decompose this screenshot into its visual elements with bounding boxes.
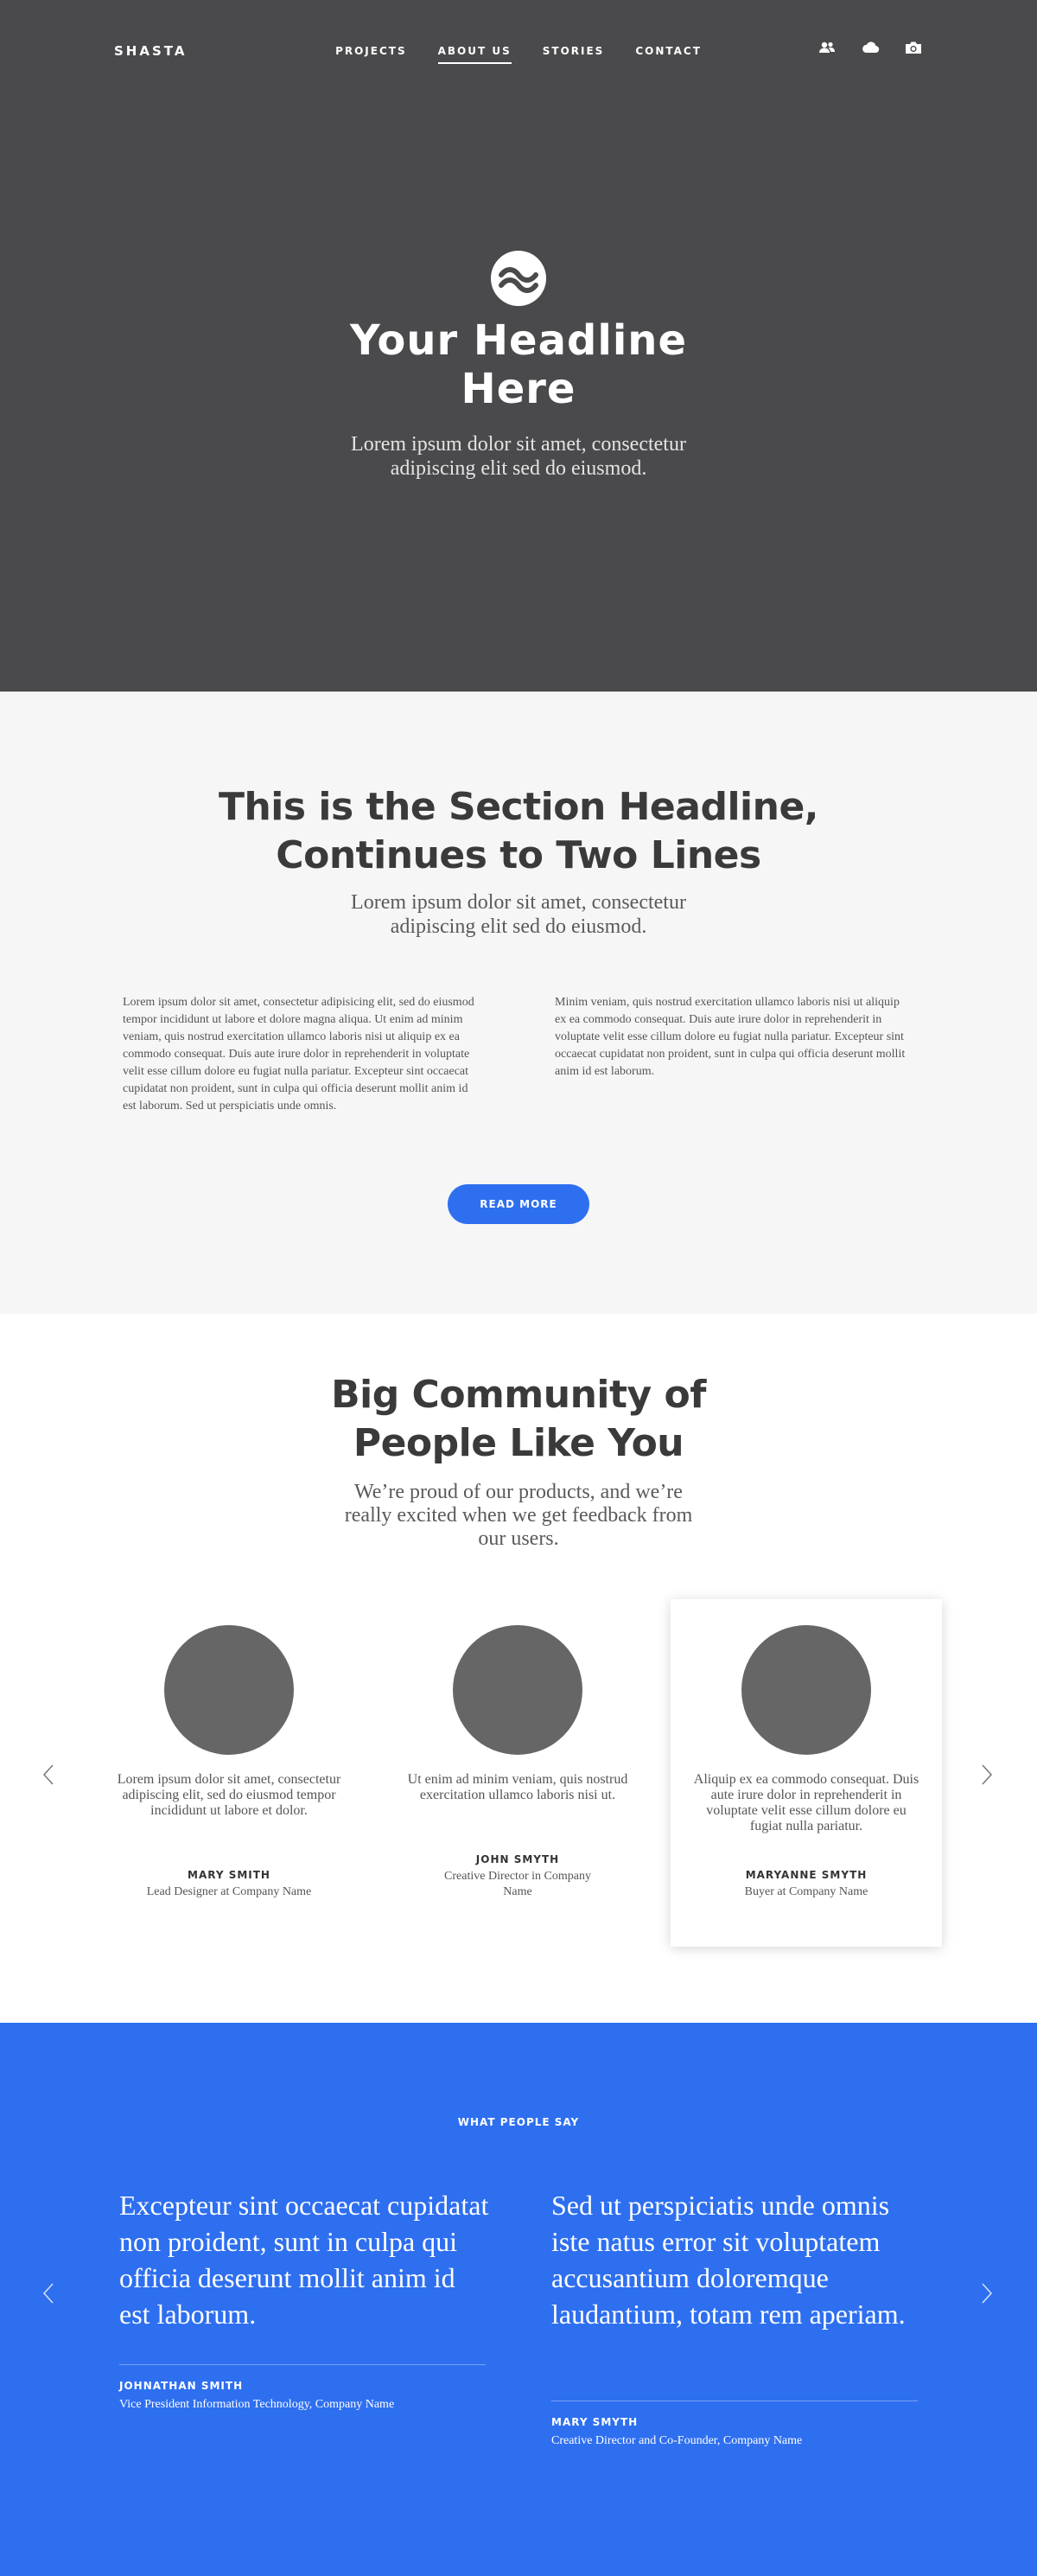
testimonial-role: Creative Director and Co-Founder, Compan…	[551, 2434, 803, 2447]
card-name: MARYANNE SMYTH	[745, 1869, 868, 1881]
hero-title-line-2: Here	[461, 365, 576, 413]
people-icon[interactable]	[818, 39, 837, 56]
community-subtitle: We’re proud of our products, and we’re r…	[344, 1481, 693, 1550]
card-name: JOHN SMYTH	[475, 1853, 560, 1865]
nav-link-stories[interactable]: STORIES	[543, 45, 605, 62]
card-name: MARY SMITH	[188, 1869, 270, 1881]
what-people-say-section: WHAT PEOPLE SAY Excepteur sint occaecat …	[0, 2023, 1037, 2576]
body-text-right: Minim veniam, quis nostrud exercitation …	[555, 996, 906, 1078]
testimonial-quote: Sed ut perspiciatis unde omnis iste natu…	[551, 2190, 906, 2330]
nav-link-projects[interactable]: PROJECTS	[335, 45, 407, 62]
avatar	[453, 1625, 582, 1755]
intro-section: This is the Section Headline, Continues …	[0, 692, 1037, 1314]
hero-title: Your Headline Here	[0, 316, 1037, 413]
community-title-line-2: People Like You	[353, 1421, 684, 1465]
chevron-left-icon[interactable]	[40, 2280, 57, 2306]
testimonial-quote: Excepteur sint occaecat cupidatat non pr…	[119, 2190, 489, 2330]
hero-section: SHASTA PROJECTS ABOUT US STORIES CONTACT…	[0, 0, 1037, 692]
hero-subtitle: Lorem ipsum dolor sit amet, consectetur …	[351, 433, 686, 480]
camera-icon[interactable]	[904, 39, 923, 56]
divider	[119, 2364, 486, 2365]
section-label: WHAT PEOPLE SAY	[457, 2116, 580, 2128]
body-text-left: Lorem ipsum dolor sit amet, consectetur …	[123, 996, 474, 1113]
testimonial-name: JOHNATHAN SMITH	[119, 2380, 244, 2392]
chevron-right-icon[interactable]	[978, 1762, 996, 1788]
card-quote: Ut enim ad minim veniam, quis nostrud ex…	[407, 1772, 628, 1802]
card-role: Lead Designer at Company Name	[146, 1885, 312, 1898]
chevron-left-icon[interactable]	[40, 1762, 57, 1788]
wave-circle-icon	[491, 251, 546, 306]
nav-link-contact[interactable]: CONTACT	[635, 45, 702, 62]
community-title: Big Community of People Like You	[0, 1371, 1037, 1468]
card-role: Buyer at Company Name	[744, 1885, 868, 1898]
testimonial-name: MARY SMYTH	[551, 2416, 639, 2428]
read-more-button[interactable]: READ MORE	[448, 1184, 589, 1224]
section-title: This is the Section Headline, Continues …	[0, 783, 1037, 880]
testimonial-card: Lorem ipsum dolor sit amet, consectetur …	[93, 1599, 365, 1947]
section-title-line-2: Continues to Two Lines	[276, 833, 761, 877]
card-quote: Lorem ipsum dolor sit amet, consectetur …	[117, 1772, 341, 1818]
community-title-line-1: Big Community of	[331, 1373, 706, 1417]
section-subtitle: Lorem ipsum dolor sit amet, consectetur …	[351, 891, 686, 938]
card-role: Creative Director in Company Name	[444, 1870, 591, 1898]
testimonial-card: Ut enim ad minim veniam, quis nostrud ex…	[382, 1599, 653, 1947]
hero-title-line-1: Your Headline	[350, 316, 687, 365]
nav-icon-group	[797, 39, 923, 56]
avatar	[741, 1625, 871, 1755]
testimonial-card-featured: Aliquip ex ea commodo consequat. Duis au…	[671, 1599, 942, 1947]
chevron-right-icon[interactable]	[978, 2280, 996, 2306]
testimonial-role: Vice President Information Technology, C…	[119, 2398, 395, 2411]
avatar	[164, 1625, 294, 1755]
section-title-line-1: This is the Section Headline,	[218, 785, 819, 829]
cloud-icon[interactable]	[861, 39, 880, 56]
nav-link-about-us[interactable]: ABOUT US	[437, 45, 512, 64]
card-quote: Aliquip ex ea commodo consequat. Duis au…	[693, 1772, 919, 1833]
community-section: Big Community of People Like You We’re p…	[0, 1314, 1037, 2023]
